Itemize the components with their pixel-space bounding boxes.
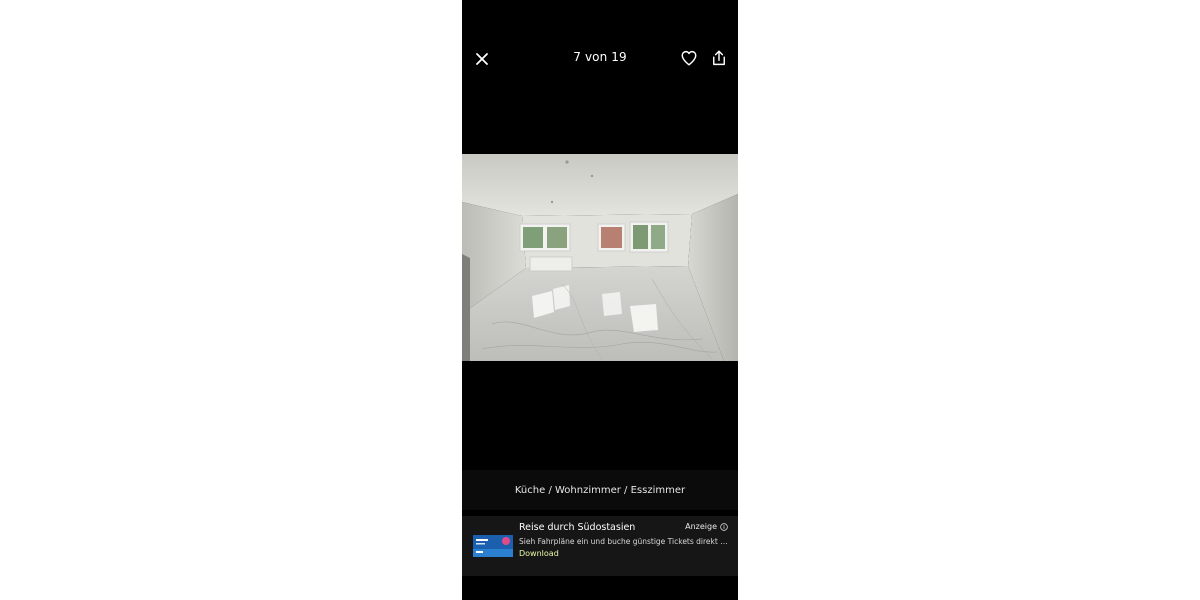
ad-description: Sieh Fahrpläne ein und buche günstige Ti… (519, 537, 731, 546)
ad-download-link[interactable]: Download (519, 549, 559, 558)
viewer-top-bar: 7 von 19 (462, 40, 738, 76)
ad-title: Reise durch Südostasien (519, 522, 636, 533)
ad-thumbnail (473, 535, 513, 557)
info-icon (720, 522, 728, 531)
room-photo[interactable] (462, 154, 738, 361)
favorite-button[interactable] (678, 47, 700, 69)
ad-banner[interactable]: Reise durch Südostasien Anzeige Sieh Fah… (462, 516, 738, 576)
ad-label-text: Anzeige (685, 522, 717, 531)
share-button[interactable] (708, 47, 730, 69)
heart-icon (681, 50, 697, 66)
image-caption: Küche / Wohnzimmer / Esszimmer (514, 484, 686, 496)
ad-label[interactable]: Anzeige (685, 522, 728, 531)
image-viewer: 7 von 19 Küche / Wohnzimmer / Esszimmer … (462, 0, 738, 600)
caption-bar: Küche / Wohnzimmer / Esszimmer (462, 470, 738, 510)
share-icon (713, 50, 725, 66)
